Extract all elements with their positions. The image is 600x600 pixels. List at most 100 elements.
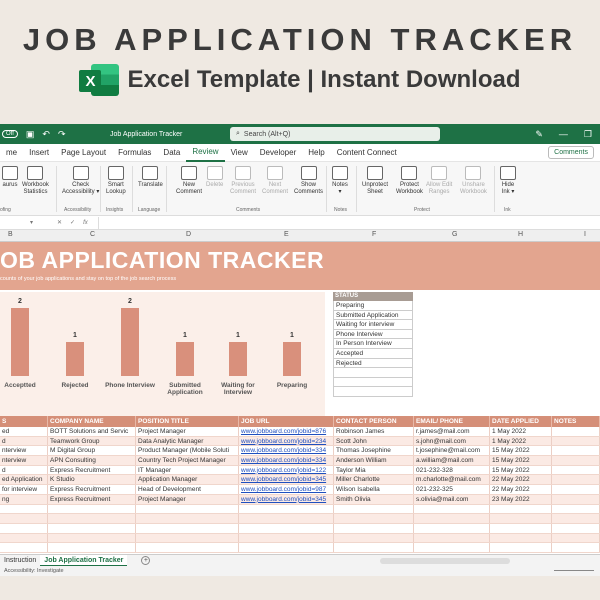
- menu-tab-7[interactable]: Developer: [254, 144, 302, 162]
- ribbon-button-10[interactable]: Notes ▾: [332, 166, 348, 196]
- table-cell[interactable]: [48, 523, 136, 533]
- table-cell[interactable]: M Digital Group: [48, 446, 136, 456]
- job-url-link[interactable]: www.jobboard.com/jobid=345: [239, 494, 334, 504]
- table-cell[interactable]: r.james@mail.com: [414, 427, 490, 436]
- zoom-slider[interactable]: [554, 570, 594, 571]
- column-header-G[interactable]: G: [452, 231, 457, 238]
- ribbon-button-4[interactable]: Translate: [138, 166, 163, 189]
- table-cell[interactable]: [552, 514, 600, 523]
- table-cell[interactable]: [136, 533, 239, 543]
- ribbon-button-9[interactable]: Show Comments: [294, 166, 323, 196]
- ribbon-button-12[interactable]: Protect Workbook: [396, 166, 423, 196]
- job-url-link[interactable]: www.jobboard.com/jobid=334: [239, 456, 334, 465]
- job-url-link[interactable]: [239, 533, 334, 543]
- table-cell[interactable]: [334, 504, 414, 514]
- chart-bar-5[interactable]: [283, 342, 301, 376]
- table-cell[interactable]: BOTT Solutions and Servic: [48, 427, 136, 436]
- table-cell[interactable]: 23 May 2022: [490, 494, 552, 504]
- table-cell[interactable]: s.olivia@mail.com: [414, 494, 490, 504]
- table-cell[interactable]: [48, 533, 136, 543]
- table-cell[interactable]: [490, 504, 552, 514]
- table-cell[interactable]: nterview: [0, 446, 48, 456]
- table-cell[interactable]: Thomas Josephine: [334, 446, 414, 456]
- table-cell[interactable]: 15 May 2022: [490, 456, 552, 465]
- chart-bar-3[interactable]: [176, 342, 194, 376]
- formula-input[interactable]: [97, 216, 600, 229]
- chart-bar-2[interactable]: [121, 308, 139, 376]
- search-input[interactable]: ⌕ Search (Alt+Q): [230, 127, 440, 141]
- minimize-icon[interactable]: —: [559, 129, 568, 140]
- worksheet[interactable]: OB APPLICATION TRACKER counts of your jo…: [0, 242, 600, 554]
- menu-tab-6[interactable]: View: [225, 144, 254, 162]
- job-url-link[interactable]: www.jobboard.com/jobid=876: [239, 427, 334, 436]
- table-cell[interactable]: ng: [0, 494, 48, 504]
- table-cell[interactable]: Smith Olivia: [334, 494, 414, 504]
- table-cell[interactable]: [136, 514, 239, 523]
- table-cell[interactable]: 15 May 2022: [490, 446, 552, 456]
- table-cell[interactable]: [552, 446, 600, 456]
- table-cell[interactable]: Express Recruitment: [48, 485, 136, 494]
- chart-bar-4[interactable]: [229, 342, 247, 376]
- menu-tab-5[interactable]: Review: [186, 144, 225, 162]
- ribbon-button-5[interactable]: New Comment: [176, 166, 202, 196]
- table-cell[interactable]: [490, 533, 552, 543]
- table-cell[interactable]: [552, 436, 600, 446]
- column-header-E[interactable]: E: [284, 231, 289, 238]
- job-url-link[interactable]: www.jobboard.com/jobid=234: [239, 436, 334, 446]
- table-cell[interactable]: Product Manager (Mobile Soluti: [136, 446, 239, 456]
- table-cell[interactable]: Scott John: [334, 436, 414, 446]
- table-cell[interactable]: nterview: [0, 456, 48, 465]
- table-cell[interactable]: [136, 543, 239, 552]
- table-cell[interactable]: [552, 494, 600, 504]
- table-cell[interactable]: [490, 514, 552, 523]
- name-box-dropdown-icon[interactable]: ▾: [30, 219, 33, 226]
- table-cell[interactable]: K Studio: [48, 475, 136, 485]
- table-cell[interactable]: Taylor Mia: [334, 465, 414, 475]
- column-header-B[interactable]: B: [8, 231, 13, 238]
- job-url-link[interactable]: [239, 523, 334, 533]
- job-url-link[interactable]: [239, 504, 334, 514]
- fx-icon[interactable]: fx: [83, 220, 88, 226]
- table-cell[interactable]: 1 May 2022: [490, 436, 552, 446]
- table-cell[interactable]: [136, 504, 239, 514]
- table-cell[interactable]: [0, 533, 48, 543]
- table-cell[interactable]: [552, 465, 600, 475]
- table-cell[interactable]: [490, 543, 552, 552]
- table-cell[interactable]: [48, 514, 136, 523]
- save-icon[interactable]: ▣: [26, 129, 35, 140]
- table-cell[interactable]: [414, 533, 490, 543]
- horizontal-scrollbar[interactable]: [380, 558, 510, 564]
- table-cell[interactable]: 15 May 2022: [490, 465, 552, 475]
- chart-bar-0[interactable]: [11, 308, 29, 376]
- job-url-link[interactable]: [239, 514, 334, 523]
- table-cell[interactable]: [0, 504, 48, 514]
- column-header-C[interactable]: C: [90, 231, 95, 238]
- column-header-I[interactable]: I: [584, 231, 586, 238]
- accessibility-status[interactable]: Accessibility: Investigate: [4, 568, 64, 574]
- redo-icon[interactable]: ↷: [58, 129, 66, 140]
- add-sheet-icon[interactable]: +: [141, 556, 151, 565]
- ribbon-button-2[interactable]: Check Accessibility ▾: [62, 166, 99, 196]
- undo-icon[interactable]: ↶: [42, 129, 50, 140]
- job-url-link[interactable]: www.jobboard.com/jobid=345: [239, 475, 334, 485]
- table-cell[interactable]: [0, 523, 48, 533]
- table-cell[interactable]: Project Manager: [136, 494, 239, 504]
- table-cell[interactable]: d: [0, 465, 48, 475]
- job-url-link[interactable]: www.jobboard.com/jobid=987: [239, 485, 334, 494]
- table-cell[interactable]: [48, 504, 136, 514]
- table-cell[interactable]: Teamwork Group: [48, 436, 136, 446]
- menu-tab-0[interactable]: me: [0, 144, 23, 162]
- table-cell[interactable]: Wilson Isabella: [334, 485, 414, 494]
- table-cell[interactable]: [552, 533, 600, 543]
- table-cell[interactable]: [414, 514, 490, 523]
- table-cell[interactable]: Express Recruitment: [48, 494, 136, 504]
- table-cell[interactable]: [0, 514, 48, 523]
- table-cell[interactable]: m.charlotte@mail.com: [414, 475, 490, 485]
- menu-tab-4[interactable]: Data: [157, 144, 186, 162]
- table-cell[interactable]: 22 May 2022: [490, 485, 552, 494]
- comments-button[interactable]: Comments: [548, 146, 594, 159]
- table-cell[interactable]: d: [0, 436, 48, 446]
- confirm-icon[interactable]: ✓: [70, 219, 75, 226]
- menu-tab-8[interactable]: Help: [302, 144, 330, 162]
- table-cell[interactable]: Miller Charlotte: [334, 475, 414, 485]
